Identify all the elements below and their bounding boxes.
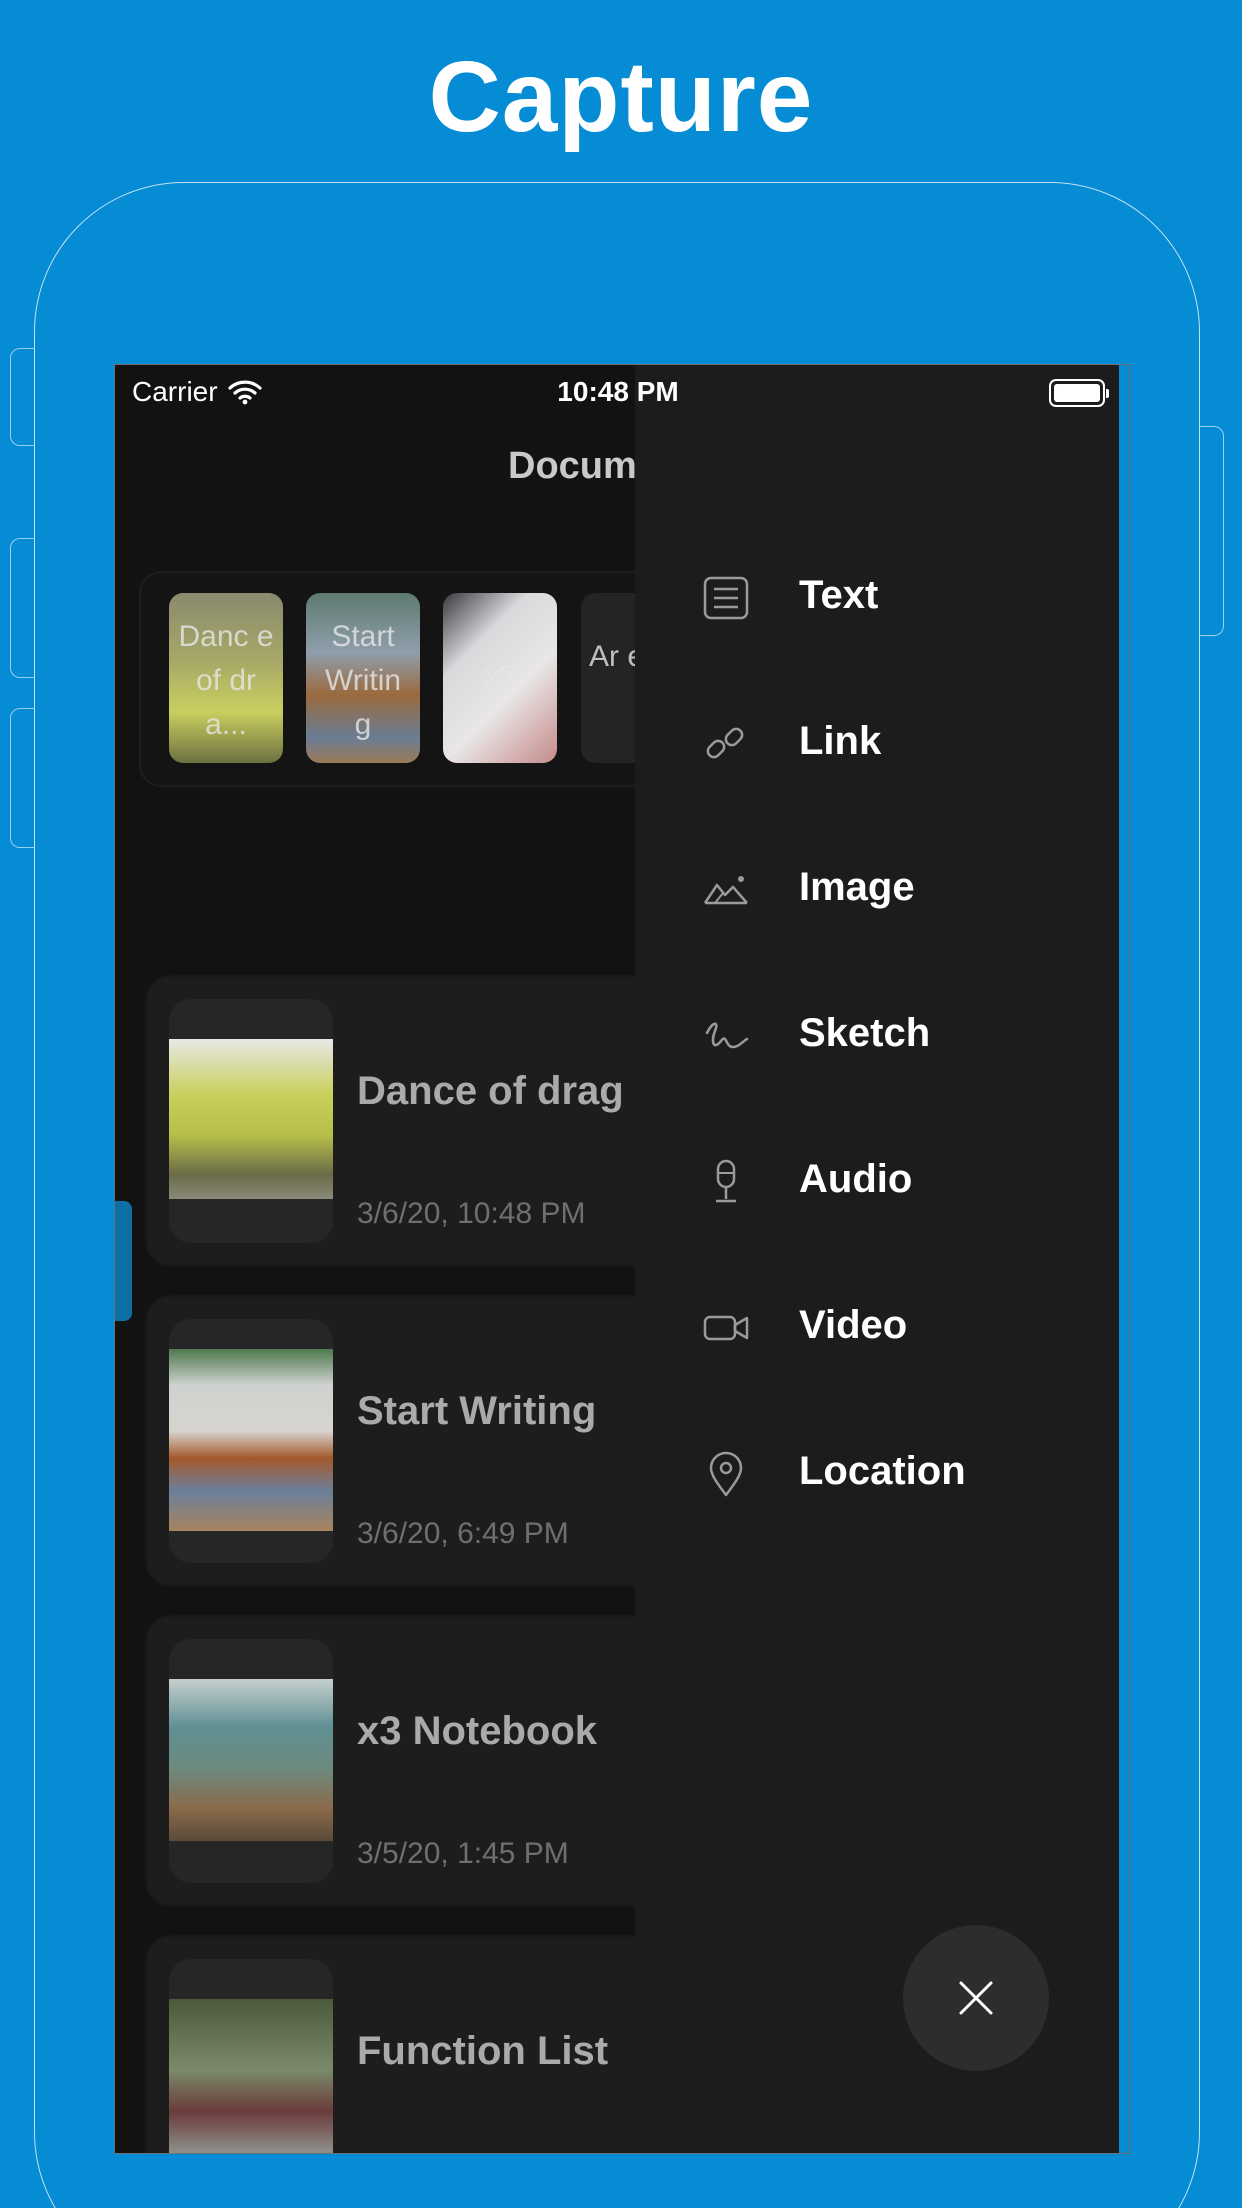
car-photo	[169, 1039, 333, 1199]
recent-thumb[interactable]: Start Writin g	[306, 593, 420, 763]
headline: Capture	[428, 41, 814, 153]
recent-thumb-label: Danc e of dra...	[178, 620, 274, 741]
document-thumbnail	[169, 1959, 333, 2153]
document-name: x3 Notebook	[357, 1709, 598, 1753]
recent-thumb-label: Start Writin g	[324, 620, 402, 741]
document-name: Start Writing	[357, 1389, 597, 1433]
status-time: 10:48 PM	[557, 376, 679, 407]
capture-image-button[interactable]: Image	[635, 839, 1121, 939]
app-screen: Docum Danc e of dra... Start Writin g x3…	[114, 364, 1130, 2154]
menu-label: Sketch	[799, 1011, 931, 1055]
screen-edge	[1119, 365, 1129, 2153]
menu-label: Text	[799, 573, 879, 617]
recent-thumb-label: x3	[484, 660, 516, 693]
menu-label: Video	[799, 1303, 908, 1347]
sketch-icon	[705, 1022, 749, 1049]
capture-text-button[interactable]: Text	[635, 547, 1121, 647]
location-pin-icon	[709, 1451, 743, 1497]
document-name: Dance of drag	[357, 1069, 624, 1113]
video-camera-icon	[703, 1315, 749, 1341]
battery-level	[1054, 384, 1100, 402]
close-button[interactable]	[903, 1925, 1049, 2071]
document-thumbnail	[169, 1639, 333, 1883]
capture-sketch-button[interactable]: Sketch	[635, 985, 1121, 1085]
document-thumbnail	[169, 1319, 333, 1563]
status-bar: Carrier 10:48 PM	[115, 365, 1121, 419]
menu-label: Image	[799, 865, 915, 909]
device-side-button	[10, 348, 34, 446]
link-icon	[706, 727, 744, 759]
image-icon	[703, 876, 748, 905]
device-side-button	[1200, 426, 1224, 636]
recent-thumb[interactable]: x3	[443, 593, 557, 763]
device-side-button	[10, 538, 34, 678]
menu-label: Location	[799, 1449, 966, 1493]
menu-label: Link	[799, 719, 882, 763]
document-name: Function List	[357, 2029, 609, 2073]
microphone-icon	[716, 1159, 736, 1203]
text-icon	[703, 576, 749, 620]
side-accent	[115, 1201, 132, 1321]
device-side-button	[10, 708, 34, 848]
dog-photo	[169, 1349, 333, 1531]
capture-audio-button[interactable]: Audio	[635, 1131, 1121, 1231]
capture-video-button[interactable]: Video	[635, 1277, 1121, 1377]
capture-location-button[interactable]: Location	[635, 1423, 1121, 1523]
close-icon	[959, 1981, 993, 2015]
document-date: 3/6/20, 6:49 PM	[357, 1517, 569, 1550]
grass-photo	[169, 1679, 333, 1841]
document-thumbnail	[169, 999, 333, 1243]
motorcycle-photo	[169, 1999, 333, 2153]
menu-label: Audio	[799, 1157, 913, 1201]
battery-icon	[1049, 379, 1109, 407]
page-title: Docum	[508, 445, 637, 487]
document-date: 3/6/20, 10:48 PM	[357, 1197, 586, 1230]
capture-menu-panel: Text Link Image Sketch Audio Video Locat…	[635, 365, 1121, 2153]
capture-link-button[interactable]: Link	[635, 693, 1121, 793]
document-date: 3/5/20, 1:45 PM	[357, 1837, 569, 1870]
recent-thumb[interactable]: Danc e of dra...	[169, 593, 283, 763]
